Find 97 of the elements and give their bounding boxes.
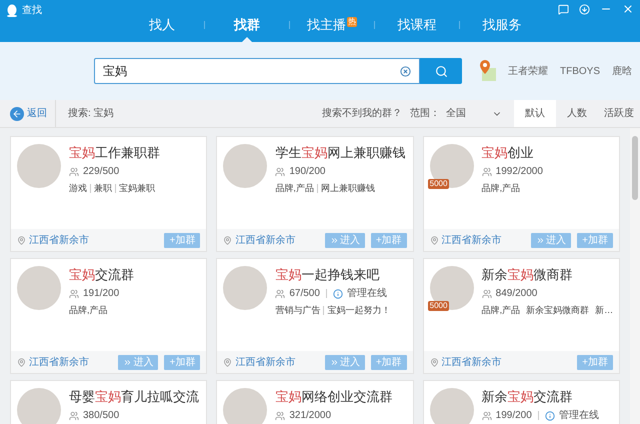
avatar-placeholder — [430, 388, 474, 424]
group-tag: 营销与广告 — [275, 304, 320, 318]
back-arrow-icon — [12, 108, 22, 118]
members-icon — [69, 166, 79, 176]
hot-badge: 热 — [347, 17, 357, 27]
location-text: 江西省新余市 — [442, 356, 502, 370]
member-count: 1992/2000 — [496, 165, 543, 179]
info-icon — [544, 410, 555, 420]
download-icon[interactable] — [579, 4, 590, 14]
group-tag: 品牌,产品 — [275, 182, 314, 196]
help-link[interactable]: 搜索不到我的群？ — [322, 106, 402, 121]
members-icon — [482, 288, 492, 298]
group-tag: 宝妈兼职 — [119, 182, 155, 196]
group-tag: 品牌,产品 — [69, 304, 108, 318]
nav-tab[interactable]: 找人 — [120, 11, 204, 39]
member-count: 321/2000 — [289, 409, 332, 423]
group-tag: 品牌,产品 — [482, 182, 520, 196]
double-chevron-icon — [123, 358, 132, 366]
group-name[interactable]: 宝妈网络创业交流群 — [275, 388, 392, 405]
group-tag: 兼职 — [94, 182, 112, 196]
group-tag: 游戏 — [69, 182, 87, 196]
feedback-icon[interactable] — [558, 4, 569, 14]
sort-tab[interactable]: 活跃度 — [598, 100, 640, 127]
member-count: 199/200 — [496, 409, 532, 423]
group-name[interactable]: 宝妈一起挣钱来吧 — [275, 266, 390, 283]
penguin-icon — [6, 4, 18, 17]
group-name[interactable]: 新余宝妈交流群 — [482, 388, 599, 405]
admin-status: 管理在线 — [558, 408, 599, 423]
avatar-placeholder — [17, 388, 61, 424]
avatar-placeholder — [430, 144, 474, 188]
search-icon — [434, 64, 448, 78]
back-button[interactable]: 返回 — [0, 100, 56, 127]
location-pin-icon — [17, 236, 26, 244]
group-name[interactable]: 宝妈交流群 — [69, 266, 134, 283]
search-query-text: 搜索: 宝妈 — [68, 106, 114, 121]
location-pin-icon — [223, 236, 232, 244]
avatar-placeholder — [17, 266, 61, 310]
member-count: 229/500 — [83, 165, 120, 179]
location-text: 江西省新余市 — [235, 234, 296, 248]
location-text: 江西省新余市 — [29, 356, 89, 370]
avatar-placeholder — [430, 266, 474, 310]
double-chevron-icon — [536, 236, 546, 244]
members-icon — [69, 410, 79, 420]
range-dropdown[interactable]: 全国 — [446, 106, 502, 121]
members-icon — [482, 166, 492, 176]
clear-icon[interactable] — [400, 66, 411, 76]
hot-search-link[interactable]: 王者荣耀 — [508, 64, 548, 78]
group-tag: 品牌,产品 — [482, 304, 520, 318]
group-name[interactable]: 宝妈创业 — [482, 144, 543, 161]
members-icon — [69, 288, 79, 298]
double-chevron-icon — [330, 236, 339, 244]
members-icon — [275, 410, 286, 420]
group-name[interactable]: 新余宝妈微商群 — [482, 266, 613, 283]
map-pin-icon[interactable] — [478, 59, 498, 83]
window-title: 查找 — [22, 4, 42, 18]
search-button[interactable] — [420, 58, 462, 84]
nav-tab[interactable]: 找服务 — [460, 11, 544, 39]
members-icon — [275, 166, 286, 176]
info-icon — [332, 288, 343, 298]
group-tag: 新余宝妈微商群 — [526, 304, 590, 318]
scrollbar[interactable] — [630, 128, 640, 424]
member-count: 380/500 — [83, 409, 120, 423]
nav-tab[interactable]: 找课程 — [375, 11, 459, 39]
group-name[interactable]: 学生宝妈网上兼职赚钱 — [275, 144, 406, 161]
group-name[interactable]: 宝妈工作兼职群 — [69, 144, 160, 161]
avatar-placeholder — [17, 144, 61, 188]
avatar-placeholder — [223, 266, 268, 310]
member-count: 849/2000 — [496, 287, 538, 301]
location-pin-icon — [430, 358, 439, 366]
location-pin-icon — [430, 236, 439, 244]
double-chevron-icon — [330, 358, 339, 366]
avatar-placeholder — [223, 388, 268, 424]
group-tag: 宝妈一起努力！ — [327, 304, 390, 318]
admin-status: 管理在线 — [346, 286, 387, 301]
location-text: 江西省新余市 — [29, 234, 89, 248]
search-field[interactable]: 宝妈 — [94, 58, 420, 84]
sort-tab[interactable]: 默认 — [514, 100, 556, 127]
location-text: 江西省新余市 — [235, 356, 296, 370]
group-tag: 网上兼职赚钱 — [320, 182, 375, 196]
location-pin-icon — [17, 358, 26, 366]
members-icon — [275, 288, 286, 298]
member-count: 191/200 — [83, 287, 120, 301]
range-label: 范围： — [410, 106, 440, 121]
group-name[interactable]: 母婴宝妈育儿拉呱交流 — [69, 388, 199, 405]
hot-search-link[interactable]: 鹿晗 — [612, 64, 632, 78]
close-icon[interactable] — [622, 3, 634, 15]
location-pin-icon — [223, 358, 232, 366]
size-badge: 5000 — [428, 301, 450, 311]
group-tag: 新… — [595, 304, 614, 318]
location-text: 江西省新余市 — [442, 234, 502, 248]
sort-tab[interactable]: 人数 — [556, 100, 598, 127]
hot-search-link[interactable]: TFBOYS — [560, 64, 600, 78]
member-count: 67/500 — [289, 287, 320, 301]
size-badge: 5000 — [428, 179, 450, 189]
members-icon — [482, 410, 492, 420]
member-count: 190/200 — [289, 165, 326, 179]
avatar-placeholder — [223, 144, 268, 188]
